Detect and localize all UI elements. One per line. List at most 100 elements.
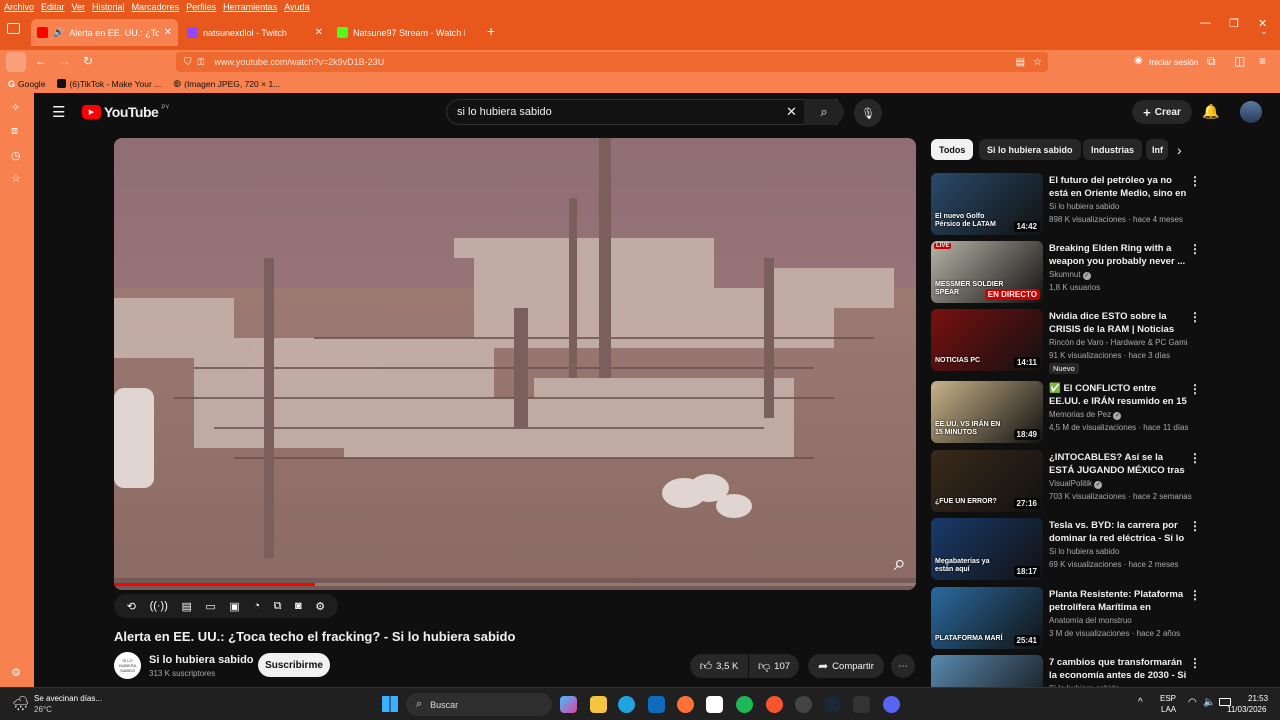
settings-gear-icon[interactable]: ⚙ (315, 600, 325, 613)
volume-icon[interactable]: 🔈 (1203, 697, 1215, 708)
weather-rain-icon[interactable]: 🌧 (12, 695, 30, 712)
clear-search-icon[interactable]: ✕ (786, 104, 797, 120)
search-button[interactable]: ⌕ (804, 99, 844, 125)
list-all-tabs-icon[interactable]: ⌄ (1260, 26, 1268, 37)
chip-si-lo-hubiera-sabido[interactable]: Si lo hubiera sabido (979, 139, 1081, 160)
speed-icon[interactable]: ◔ (253, 600, 260, 612)
extensions-icon[interactable]: ⧉ (1207, 54, 1216, 69)
synced-tabs-icon[interactable]: ⧈ (11, 125, 18, 138)
dislike-button[interactable]: 👎︎ 107 (749, 654, 799, 678)
chip-industrias[interactable]: Industrias (1083, 139, 1143, 160)
file-explorer-icon[interactable] (590, 696, 607, 713)
recommendation-channel[interactable]: Si lo hubiera sabido (1049, 202, 1187, 211)
lock-icon[interactable]: ⚿ (198, 57, 205, 68)
video-player[interactable]: ⌕ (114, 138, 916, 590)
menu-herramientas[interactable]: Herramientas (223, 2, 277, 12)
recommendation-title[interactable]: El futuro del petróleo ya no está en Ori… (1049, 174, 1187, 200)
customize-sidebar-icon[interactable]: ⚙ (11, 666, 21, 679)
recommendation-title[interactable]: Breaking Elden Ring with a weapon you pr… (1049, 242, 1187, 268)
clock-time[interactable]: 21:53 (1248, 694, 1268, 703)
chips-next-icon[interactable]: › (1177, 142, 1182, 158)
edge-icon[interactable] (618, 696, 635, 713)
recommendation-channel[interactable]: Skumnut ✓ (1049, 270, 1187, 280)
recommendation-card[interactable]: ¿FUE UN ERROR? 27:16 ¿INTOCABLES? Así se l… (931, 450, 1201, 512)
video-thumbnail[interactable]: PLATAFORMA MARÍ 25:41 (931, 587, 1043, 649)
progress-bar[interactable] (114, 583, 916, 586)
menu-historial[interactable]: Historial (92, 2, 125, 12)
menu-ayuda[interactable]: Ayuda (284, 2, 309, 12)
menu-editar[interactable]: Editar (41, 2, 65, 12)
more-actions-button[interactable]: ⋯ (891, 654, 915, 678)
theater-mode-icon[interactable]: ▣ (229, 600, 239, 613)
recommendation-title[interactable]: ¿INTOCABLES? Así se la ESTÁ JUGANDO MÉXI… (1049, 451, 1187, 477)
epic-games-icon[interactable] (853, 696, 870, 713)
shield-icon[interactable]: ⛉ (184, 57, 192, 68)
video-thumbnail[interactable] (931, 655, 1043, 687)
pip-icon[interactable]: ⧉ (274, 600, 282, 613)
minimize-icon[interactable]: — (1200, 17, 1211, 29)
new-tab-icon[interactable]: + (487, 23, 495, 39)
start-windows-icon[interactable] (382, 696, 398, 712)
capcut-icon[interactable] (706, 696, 723, 713)
recommendation-card[interactable]: NOTICIAS PC 14:11 Nvidia dice ESTO sobre l… (931, 309, 1201, 374)
audio-mode-icon[interactable]: ((·)) (150, 600, 168, 612)
recommendation-card[interactable]: EE.UU. VS IRÁN EN 15 MINUTOS 18:49 ✅ El CO… (931, 381, 1201, 443)
hamburger-menu-icon[interactable]: ☰ (52, 103, 65, 121)
recommendation-card[interactable]: MESSMER SOLDIER SPEAR LIVE EN DIRECTO Break… (931, 241, 1201, 303)
tab-twitch[interactable]: natsunexdlol - Twitch ✕ (181, 19, 329, 46)
share-button[interactable]: ➦ Compartir (808, 654, 884, 678)
video-thumbnail[interactable]: NOTICIAS PC 14:11 (931, 309, 1043, 371)
cinema-mode-icon[interactable]: ▭ (205, 600, 215, 613)
tab-list-icon[interactable] (7, 23, 20, 34)
menu-archivo[interactable]: Archivo (4, 2, 34, 12)
outlook-icon[interactable] (648, 696, 665, 713)
back-icon[interactable]: ← (35, 54, 47, 68)
copilot-icon[interactable] (560, 696, 577, 713)
firefox-view-icon[interactable]: ◫ (1234, 54, 1245, 68)
recommendation-channel[interactable]: Si lo hubiera sabido (1049, 547, 1187, 556)
bookmark-google[interactable]: G Google (8, 79, 45, 89)
discord-icon[interactable] (883, 696, 900, 713)
more-options-icon[interactable]: ⋮ (1189, 174, 1201, 188)
video-thumbnail[interactable]: EE.UU. VS IRÁN EN 15 MINUTOS 18:49 (931, 381, 1043, 443)
taskbar-search-box[interactable]: ⌕ Buscar (406, 693, 552, 716)
more-options-icon[interactable]: ⋮ (1189, 310, 1201, 324)
video-thumbnail[interactable]: El nuevo Golfo Pérsico de LATAM 14:42 (931, 173, 1043, 235)
video-thumbnail[interactable]: ¿FUE UN ERROR? 27:16 (931, 450, 1043, 512)
recommendation-card[interactable]: 7 cambios que transformarán la economía … (931, 655, 1196, 687)
bookmark-tiktok[interactable]: (6)TikTok - Make Your ... (57, 79, 161, 89)
profile-avatar[interactable] (1240, 101, 1262, 123)
screenshot-camera-icon[interactable]: ◙ (295, 600, 302, 612)
ai-chat-icon[interactable]: ✧ (11, 101, 20, 114)
sidebar-toggle-icon[interactable] (6, 52, 26, 72)
wifi-icon[interactable]: ◠ (1188, 697, 1197, 708)
menu-perfiles[interactable]: Perfiles (186, 2, 216, 12)
recommendation-title[interactable]: Planta Resistente: Plataforma petrolífer… (1049, 588, 1187, 614)
chip-inf[interactable]: Inf (1146, 139, 1168, 160)
audio-icon[interactable]: 🔊 (53, 27, 64, 38)
like-button[interactable]: 👍︎ 3,5 K (690, 654, 748, 678)
recommendation-channel[interactable]: Anatomía del monstruo (1049, 616, 1187, 625)
signin-label[interactable]: Iniciar sesión (1149, 57, 1199, 67)
video-thumbnail[interactable]: Megabaterías ya están aquí 18:17 (931, 518, 1043, 580)
recommendation-title[interactable]: Nvidia dice ESTO sobre la CRISIS de la R… (1049, 310, 1187, 336)
channel-avatar[interactable]: SI LO HUBIERA SABIDO (114, 652, 141, 679)
create-button[interactable]: + Crear (1132, 100, 1192, 124)
recommendation-card[interactable]: El nuevo Golfo Pérsico de LATAM 14:42 El f… (931, 173, 1201, 235)
spotify-icon[interactable] (736, 696, 753, 713)
more-options-icon[interactable]: ⋮ (1189, 451, 1201, 465)
more-options-icon[interactable]: ⋮ (1189, 519, 1201, 533)
obs-icon[interactable] (795, 696, 812, 713)
brave-icon[interactable] (766, 696, 783, 713)
recommendation-title[interactable]: ✅ El CONFLICTO entre EE.UU. e IRÁN resum… (1049, 382, 1187, 408)
recommendation-channel[interactable]: Rincón de Varo - Hardware & PC Gaming... (1049, 338, 1187, 347)
recommendation-card[interactable]: PLATAFORMA MARÍ 25:41 Planta Resistente: P… (931, 587, 1201, 649)
more-options-icon[interactable]: ⋮ (1189, 382, 1201, 396)
more-options-icon[interactable]: ⋮ (1189, 242, 1201, 256)
search-input[interactable]: si lo hubiera sabido (446, 99, 838, 125)
close-tab-icon[interactable]: ✕ (164, 27, 172, 38)
menu-icon[interactable]: ≡ (1259, 54, 1266, 68)
reader-view-icon[interactable]: ▤ (1016, 57, 1025, 68)
menu-ver[interactable]: Ver (72, 2, 86, 12)
account-icon[interactable]: ◉ (1134, 55, 1143, 66)
